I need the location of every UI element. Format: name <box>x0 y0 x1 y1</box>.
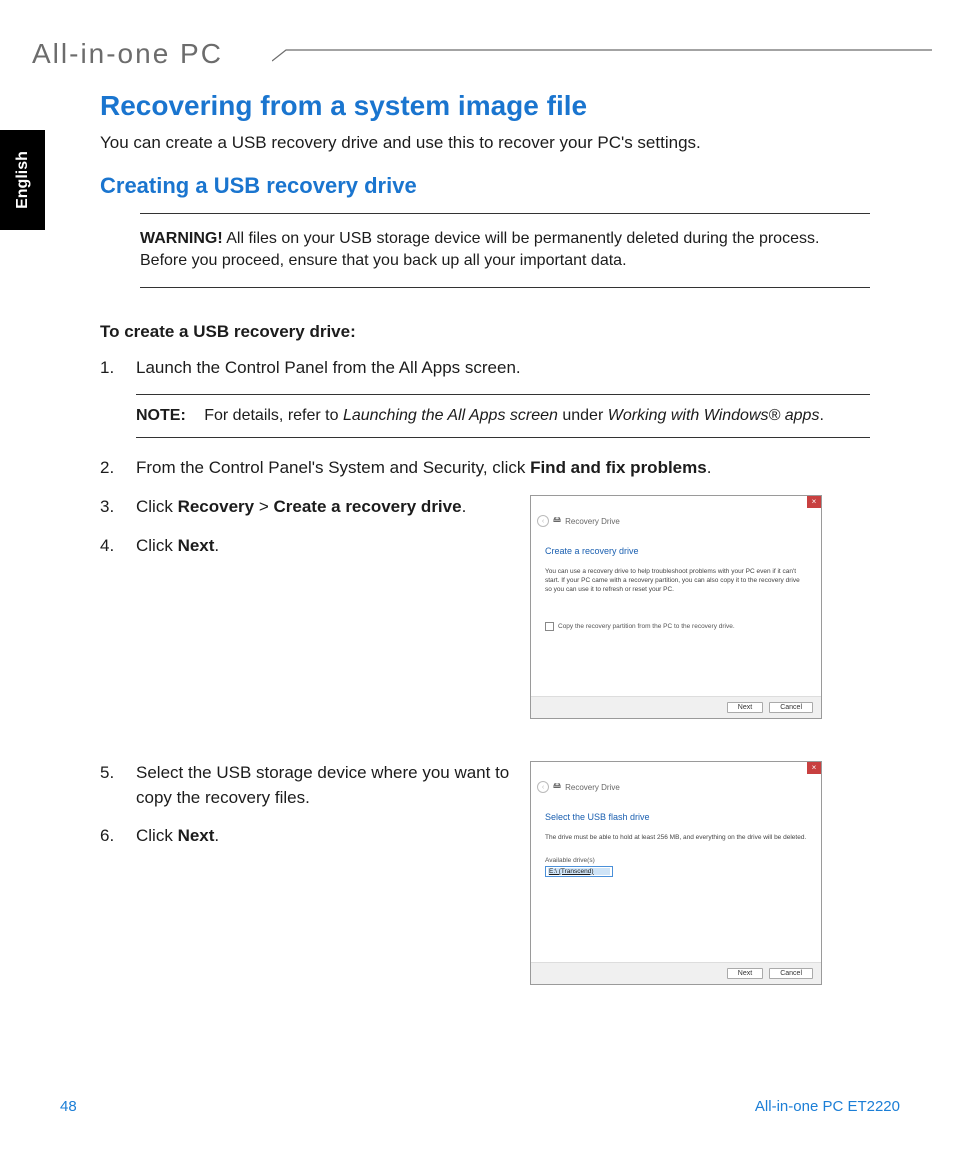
note-text: For details, refer to Launching the All … <box>204 407 824 424</box>
step-text: From the Control Panel's System and Secu… <box>136 456 870 481</box>
page-title: Recovering from a system image file <box>100 90 870 122</box>
step-3: 3. Click Recovery > Create a recovery dr… <box>100 495 510 520</box>
step-number: 6. <box>100 824 118 849</box>
steps-list-4: 5. Select the USB storage device where y… <box>100 761 510 849</box>
step-1: 1. Launch the Control Panel from the All… <box>100 356 870 381</box>
warning-label: WARNING! <box>140 230 223 247</box>
step-2: 2. From the Control Panel's System and S… <box>100 456 870 481</box>
wizard-title: Recovery Drive <box>565 783 620 792</box>
step-number: 4. <box>100 534 118 559</box>
next-button[interactable]: Next <box>727 702 763 713</box>
back-icon[interactable]: ‹ <box>537 515 549 527</box>
wizard-body-text: You can use a recovery drive to help tro… <box>545 568 807 594</box>
wizard-heading: Create a recovery drive <box>545 546 807 556</box>
steps-3-4-row: 3. Click Recovery > Create a recovery dr… <box>100 495 870 739</box>
page-header: All-in-one PC <box>32 40 922 70</box>
wizard-footer: Next Cancel <box>531 696 821 718</box>
header-divider <box>272 49 932 61</box>
step-number: 2. <box>100 456 118 481</box>
warning-box: WARNING! All files on your USB storage d… <box>140 213 870 288</box>
warning-text: All files on your USB storage device wil… <box>140 230 819 269</box>
back-icon[interactable]: ‹ <box>537 781 549 793</box>
step-text: Launch the Control Panel from the All Ap… <box>136 356 870 381</box>
step-number: 5. <box>100 761 118 810</box>
wizard-breadcrumb: ‹ 🖴 Recovery Drive <box>531 776 821 798</box>
intro-text: You can create a USB recovery drive and … <box>100 132 870 155</box>
cancel-button[interactable]: Cancel <box>769 702 813 713</box>
wizard-title: Recovery Drive <box>565 517 620 526</box>
wizard-create-recovery: × ‹ 🖴 Recovery Drive Create a recovery d… <box>530 495 822 719</box>
wizard-titlebar: × <box>531 496 821 510</box>
note-box: NOTE: For details, refer to Launching th… <box>136 394 870 438</box>
step-text: Click Next. <box>136 824 510 849</box>
wizard-breadcrumb: ‹ 🖴 Recovery Drive <box>531 510 821 532</box>
close-icon[interactable]: × <box>807 496 821 508</box>
brand-title: All-in-one PC <box>32 38 223 69</box>
wizard-drive-list[interactable]: E:\ (Transcend) <box>545 866 613 877</box>
page-content: Recovering from a system image file You … <box>100 90 870 1005</box>
language-label: English <box>14 151 32 209</box>
page-footer: 48 All-in-one PC ET2220 <box>60 1098 900 1115</box>
wizard-heading: Select the USB flash drive <box>545 812 807 822</box>
steps-list-3: 3. Click Recovery > Create a recovery dr… <box>100 495 510 558</box>
step-number: 3. <box>100 495 118 520</box>
step-number: 1. <box>100 356 118 381</box>
wizard-select-usb: × ‹ 🖴 Recovery Drive Select the USB flas… <box>530 761 822 985</box>
wizard-titlebar: × <box>531 762 821 776</box>
language-tab: English <box>0 130 45 230</box>
list-item[interactable]: E:\ (Transcend) <box>548 868 610 875</box>
steps-5-6-row: 5. Select the USB storage device where y… <box>100 761 870 1005</box>
next-button[interactable]: Next <box>727 968 763 979</box>
cancel-button[interactable]: Cancel <box>769 968 813 979</box>
steps-list: 1. Launch the Control Panel from the All… <box>100 356 870 381</box>
step-5: 5. Select the USB storage device where y… <box>100 761 510 810</box>
steps-list-2: 2. From the Control Panel's System and S… <box>100 456 870 481</box>
step-text: Click Next. <box>136 534 510 559</box>
wizard-checkbox-row[interactable]: Copy the recovery partition from the PC … <box>545 622 807 631</box>
note-label: NOTE: <box>136 407 186 424</box>
step-6: 6. Click Next. <box>100 824 510 849</box>
step-text: Select the USB storage device where you … <box>136 761 510 810</box>
checkbox-icon[interactable] <box>545 622 554 631</box>
checkbox-label: Copy the recovery partition from the PC … <box>558 623 735 630</box>
wizard-list-label: Available drive(s) <box>545 857 807 864</box>
section-title: Creating a USB recovery drive <box>100 173 870 199</box>
wizard-body-text: The drive must be able to hold at least … <box>545 834 807 843</box>
model-label: All-in-one PC ET2220 <box>755 1098 900 1115</box>
step-4: 4. Click Next. <box>100 534 510 559</box>
steps-heading: To create a USB recovery drive: <box>100 322 870 342</box>
step-text: Click Recovery > Create a recovery drive… <box>136 495 510 520</box>
close-icon[interactable]: × <box>807 762 821 774</box>
page-number: 48 <box>60 1098 77 1115</box>
wizard-footer: Next Cancel <box>531 962 821 984</box>
